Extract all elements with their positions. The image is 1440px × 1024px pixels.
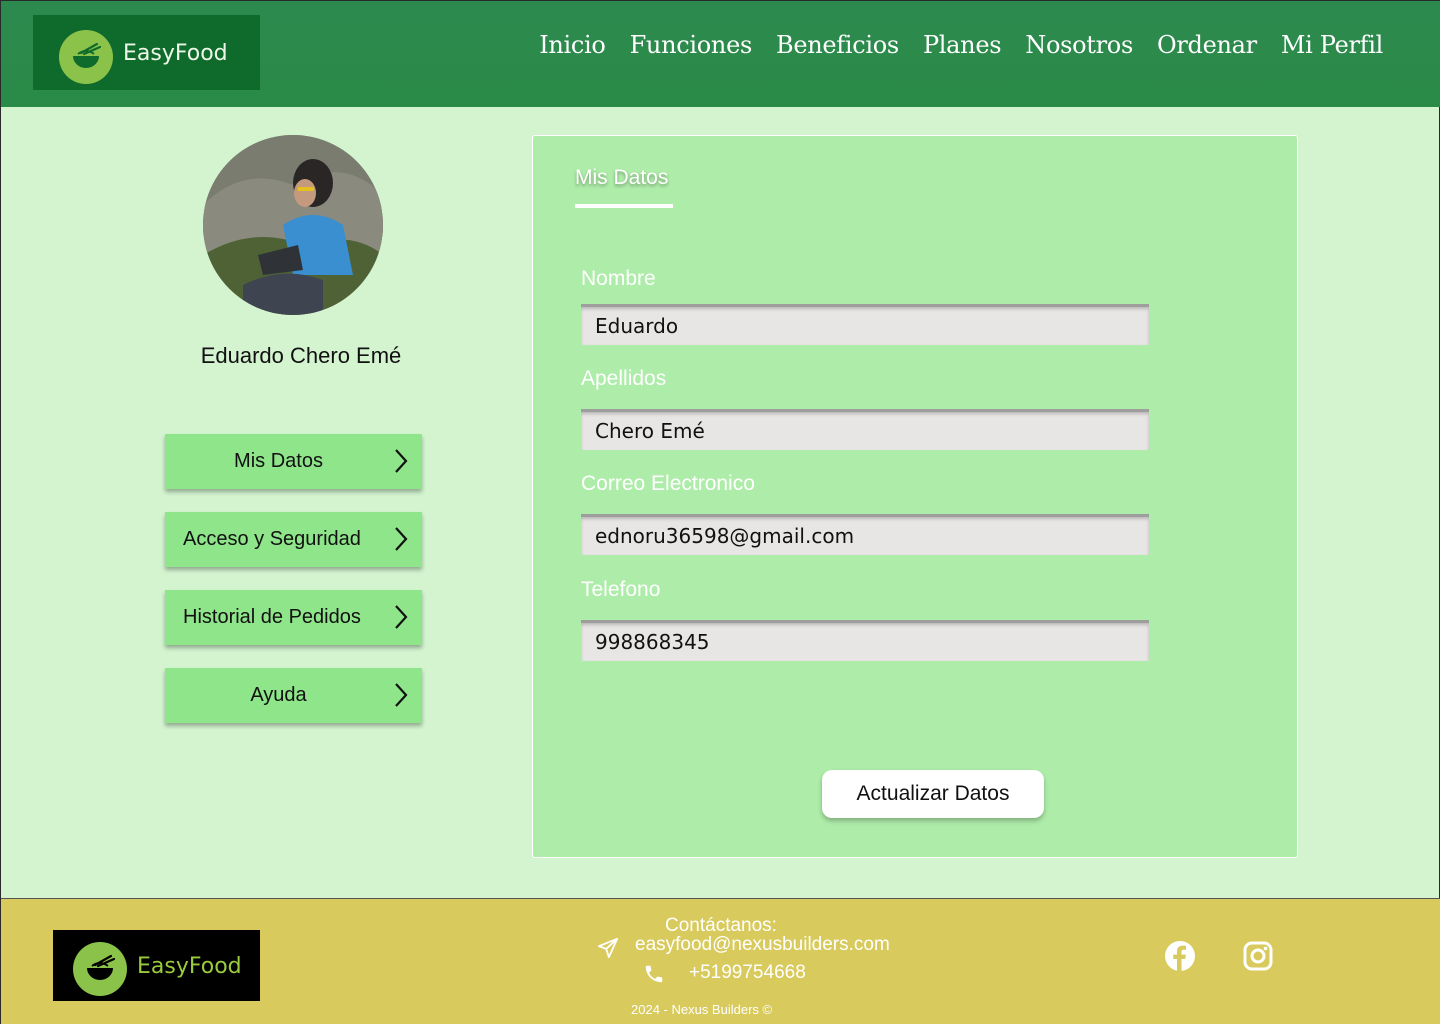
email-field[interactable]	[581, 514, 1149, 555]
chevron-right-icon	[395, 527, 408, 551]
facebook-icon[interactable]	[1164, 940, 1196, 972]
nombre-label: Nombre	[581, 267, 656, 290]
nombre-field[interactable]	[581, 304, 1149, 345]
sidebar-item-label: Ayuda	[250, 684, 307, 706]
chevron-right-icon	[395, 605, 408, 629]
nav-ordenar[interactable]: Ordenar	[1157, 31, 1257, 59]
tab-underline	[575, 204, 673, 208]
nav-funciones[interactable]: Funciones	[630, 31, 753, 59]
footer: EasyFood Contáctanos: easyfood@nexusbuil…	[1, 898, 1440, 1024]
instagram-icon[interactable]	[1242, 940, 1274, 972]
brand-name: EasyFood	[123, 41, 228, 66]
bowl-icon	[73, 942, 127, 996]
telefono-label: Telefono	[581, 578, 661, 601]
apellidos-field[interactable]	[581, 409, 1149, 450]
footer-brand-name: EasyFood	[137, 954, 242, 979]
apellidos-label: Apellidos	[581, 367, 667, 390]
nav-beneficios[interactable]: Beneficios	[776, 31, 899, 59]
sidebar-item-acceso-seguridad[interactable]: Acceso y Seguridad	[165, 512, 422, 567]
chevron-right-icon	[395, 449, 408, 473]
sidebar-item-ayuda[interactable]: Ayuda	[165, 668, 422, 723]
sidebar-item-label: Mis Datos	[234, 450, 323, 472]
nav-planes[interactable]: Planes	[923, 31, 1002, 59]
sidebar-item-label: Acceso y Seguridad	[183, 528, 361, 550]
telefono-field[interactable]	[581, 620, 1149, 661]
sidebar-item-label: Historial de Pedidos	[183, 606, 361, 628]
main-nav: Inicio Funciones Beneficios Planes Nosot…	[539, 31, 1383, 59]
header: EasyFood Inicio Funciones Beneficios Pla…	[1, 1, 1440, 107]
send-icon	[597, 937, 619, 959]
update-data-button[interactable]: Actualizar Datos	[822, 770, 1044, 818]
nav-mi-perfil[interactable]: Mi Perfil	[1281, 31, 1383, 59]
tab-mis-datos[interactable]: Mis Datos	[575, 166, 668, 190]
footer-brand-logo[interactable]: EasyFood	[53, 930, 260, 1001]
contact-email[interactable]: easyfood@nexusbuilders.com	[635, 934, 890, 956]
bowl-icon	[59, 30, 113, 84]
profile-name: Eduardo Chero Emé	[200, 343, 402, 368]
phone-icon	[645, 965, 663, 983]
correo-label: Correo Electronico	[581, 472, 755, 495]
brand-logo[interactable]: EasyFood	[33, 15, 260, 90]
nav-nosotros[interactable]: Nosotros	[1025, 31, 1133, 59]
nav-inicio[interactable]: Inicio	[539, 31, 606, 59]
copyright: 2024 - Nexus Builders ©	[631, 1002, 773, 1017]
contact-phone[interactable]: +5199754668	[689, 962, 806, 984]
chevron-right-icon	[395, 683, 408, 707]
avatar	[203, 135, 383, 315]
sidebar-item-historial-pedidos[interactable]: Historial de Pedidos	[165, 590, 422, 645]
sidebar-item-mis-datos[interactable]: Mis Datos	[165, 434, 422, 489]
profile-form-card: Mis Datos Nombre Apellidos Correo Electr…	[532, 135, 1298, 858]
